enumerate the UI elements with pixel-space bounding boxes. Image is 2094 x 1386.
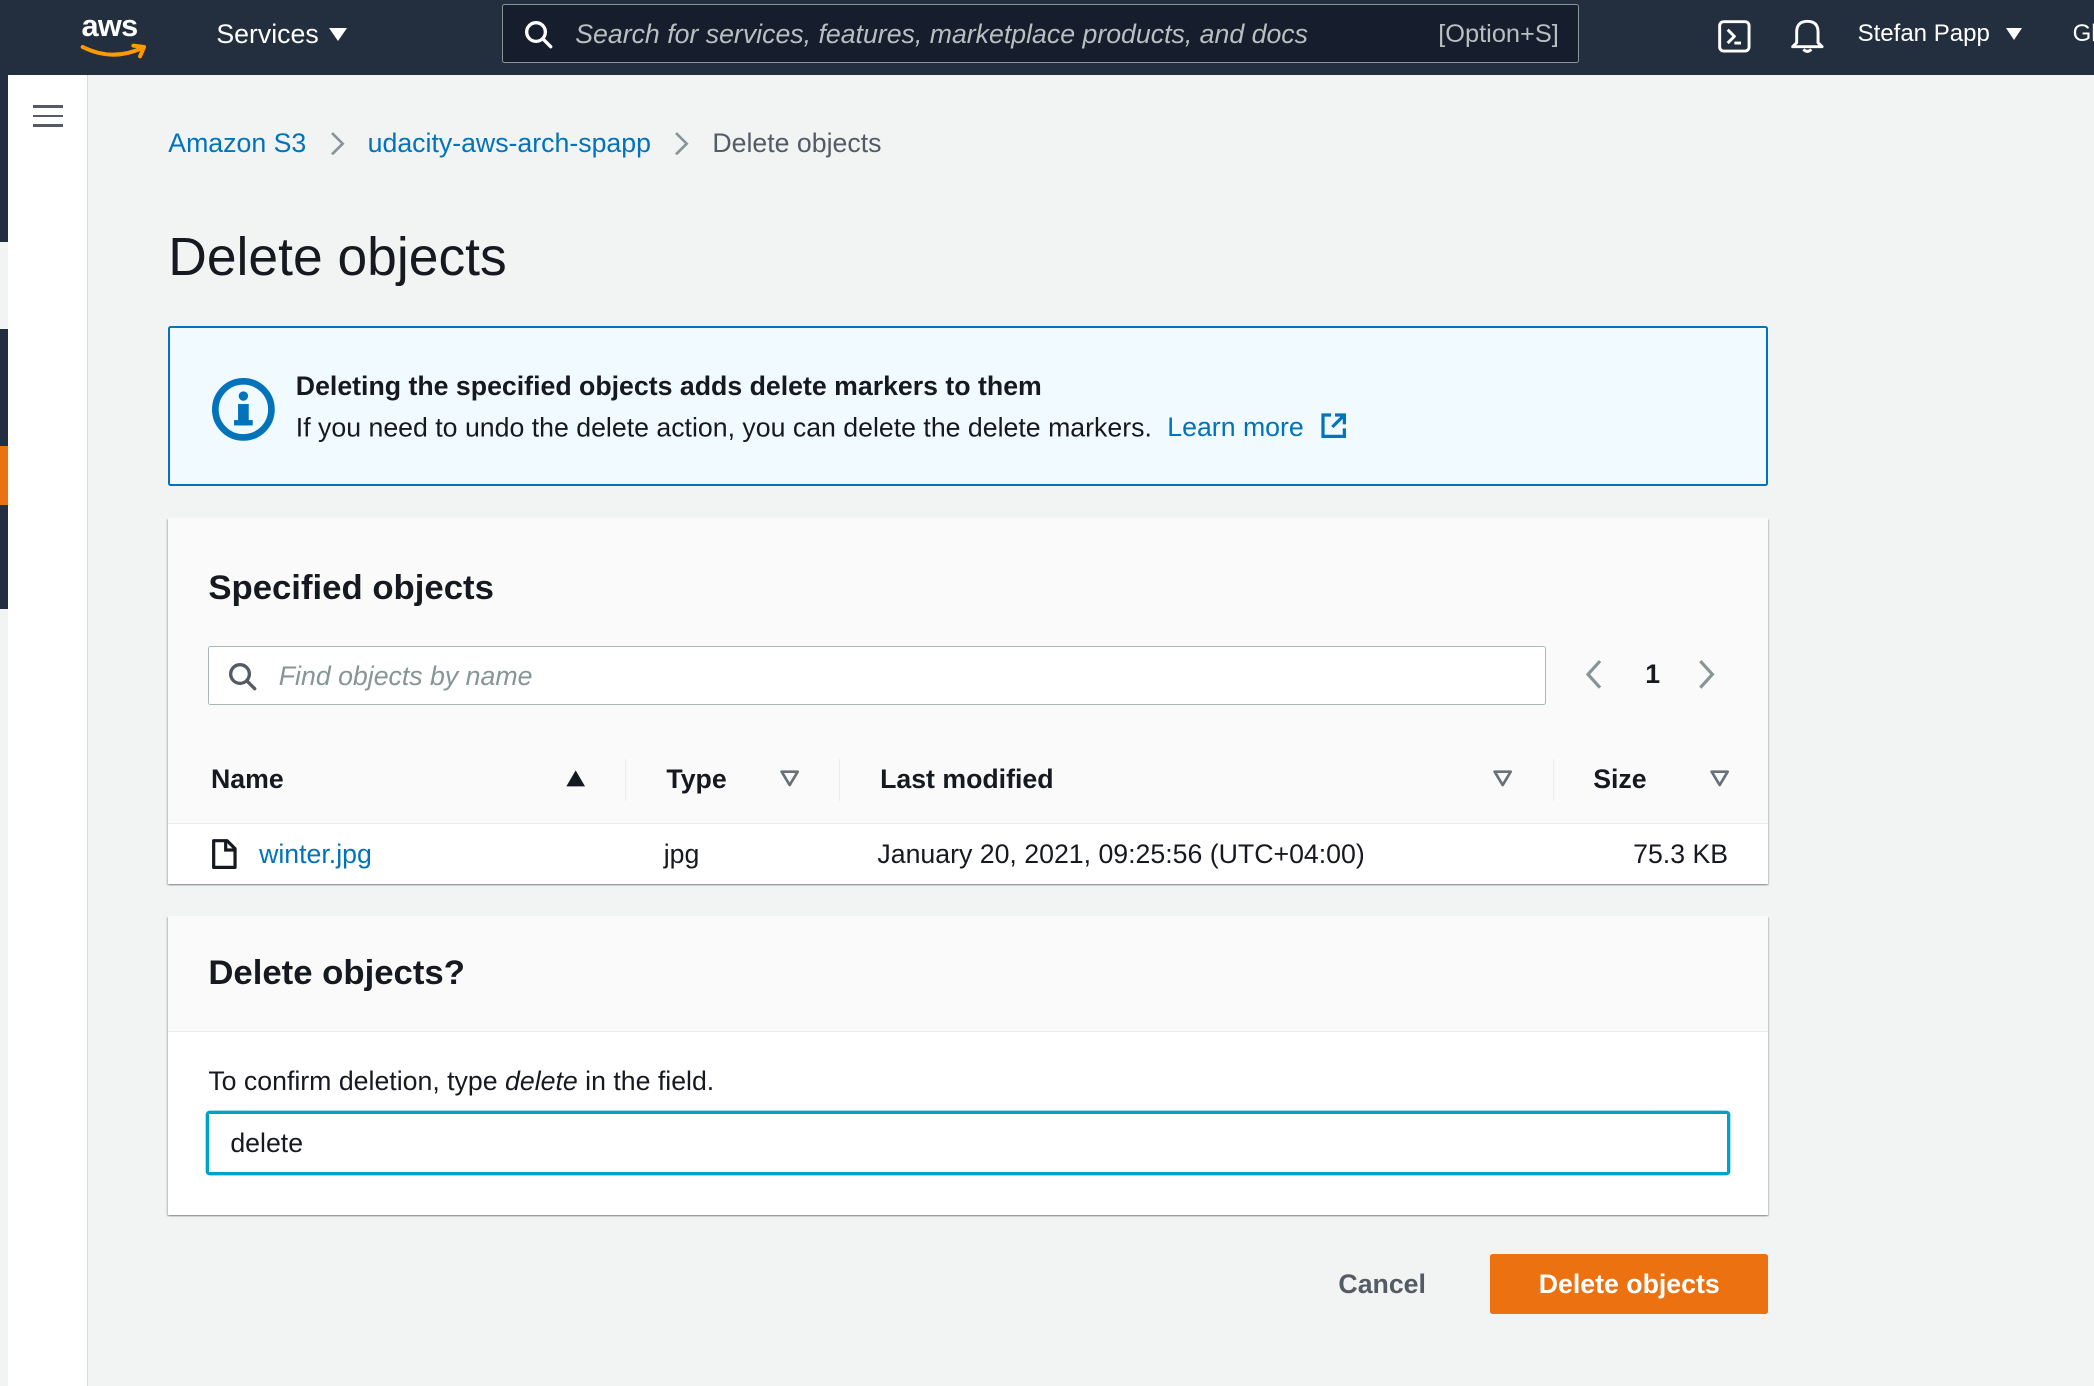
delete-confirmation-header: Delete objects?: [168, 916, 1769, 1032]
object-name-link[interactable]: winter.jpg: [259, 839, 372, 870]
top-navigation-bar: aws Services [Option+S] Stefan Papp Gl: [0, 0, 2094, 75]
confirm-instruction-prefix: To confirm deletion, type: [208, 1065, 506, 1096]
caret-down-icon: [2005, 28, 2022, 41]
cell-type: jpg: [663, 838, 700, 869]
delete-confirmation-title: Delete objects?: [208, 953, 465, 992]
sort-icon: [779, 770, 799, 787]
hamburger-menu-icon[interactable]: [33, 105, 63, 129]
table-row: winter.jpg jpg January 20, 2021, 09:25:5…: [168, 824, 1768, 884]
confirm-delete-input[interactable]: [206, 1112, 1730, 1174]
hamburger-line: [33, 114, 63, 118]
aws-smile-icon: [80, 43, 147, 59]
search-icon: [229, 663, 257, 691]
delete-objects-button[interactable]: Delete objects: [1490, 1253, 1769, 1315]
column-header-label: Size: [1593, 764, 1647, 795]
user-name: Stefan Papp: [1857, 20, 1990, 48]
sort-icon: [1710, 770, 1730, 787]
cell-name: winter.jpg: [211, 824, 372, 884]
page-title: Delete objects: [168, 228, 507, 288]
chevron-right-icon: [672, 129, 691, 158]
side-navigation-collapsed: [8, 74, 89, 1386]
external-link-icon[interactable]: [1319, 411, 1348, 440]
chevron-right-icon[interactable]: [1695, 657, 1716, 692]
search-shortcut-hint: [Option+S]: [1438, 19, 1559, 48]
aws-logo-text: aws: [81, 8, 138, 43]
search-icon: [525, 20, 553, 49]
confirm-keyword: delete: [505, 1065, 578, 1096]
global-search-box[interactable]: [Option+S]: [502, 4, 1579, 63]
chevron-left-icon[interactable]: [1584, 657, 1605, 692]
file-icon: [212, 839, 237, 869]
column-header-type[interactable]: Type: [666, 737, 834, 822]
cancel-button[interactable]: Cancel: [1306, 1255, 1458, 1314]
user-account-menu[interactable]: Stefan Papp: [1858, 20, 2022, 48]
info-circle-icon: [212, 377, 276, 441]
current-page-number[interactable]: 1: [1645, 659, 1660, 690]
column-header-label: Type: [666, 764, 727, 795]
specified-objects-panel: Specified objects 1 Name Ty: [168, 518, 1769, 885]
confirm-instruction: To confirm deletion, type delete in the …: [208, 1066, 714, 1097]
hamburger-line: [33, 105, 63, 109]
cloudshell-icon[interactable]: [1717, 19, 1752, 54]
notifications-bell-icon[interactable]: [1790, 16, 1825, 53]
alert-title: Deleting the specified objects adds dele…: [295, 370, 1042, 401]
delete-confirmation-panel: Delete objects? To confirm deletion, typ…: [168, 916, 1769, 1216]
column-divider: [838, 758, 840, 802]
find-objects-input[interactable]: [276, 656, 1484, 697]
sort-ascending-icon: [566, 770, 585, 787]
column-divider: [624, 758, 627, 802]
specified-objects-header: Specified objects 1: [168, 518, 1769, 739]
pagination: 1: [1584, 657, 1716, 692]
aws-logo[interactable]: aws: [77, 8, 152, 61]
breadcrumb-current: Delete objects: [712, 128, 882, 159]
cell-size: 75.3 KB: [1633, 838, 1729, 869]
table-header: Name Type Last modified Size: [168, 737, 1769, 824]
column-header-label: Last modified: [880, 764, 1054, 795]
chevron-right-icon: [328, 129, 347, 158]
hamburger-line: [33, 124, 63, 127]
breadcrumb: Amazon S3 udacity-aws-arch-spapp Delete …: [168, 128, 881, 159]
services-menu[interactable]: Services: [216, 18, 348, 50]
column-divider: [1553, 758, 1555, 802]
info-alert: Deleting the specified objects adds dele…: [168, 325, 1769, 487]
region-menu-partial[interactable]: Gl: [2073, 20, 2094, 48]
column-header-name[interactable]: Name: [211, 737, 628, 822]
breadcrumb-amazon-s3[interactable]: Amazon S3: [168, 128, 306, 159]
caret-down-icon: [329, 27, 348, 41]
strip-block: [0, 446, 8, 505]
column-header-size[interactable]: Size: [1593, 737, 1753, 822]
learn-more-link[interactable]: Learn more: [1167, 412, 1303, 442]
confirm-instruction-suffix: in the field.: [577, 1065, 715, 1096]
alert-body-text: If you need to undo the delete action, y…: [295, 412, 1152, 443]
strip-block: [0, 74, 8, 242]
alert-body: If you need to undo the delete action, y…: [296, 411, 1349, 443]
global-search-input[interactable]: [572, 13, 1406, 56]
find-objects-search[interactable]: [208, 646, 1547, 706]
breadcrumb-bucket[interactable]: udacity-aws-arch-spapp: [368, 128, 651, 159]
cell-last-modified: January 20, 2021, 09:25:56 (UTC+04:00): [877, 838, 1365, 869]
column-header-last-modified[interactable]: Last modified: [880, 737, 1528, 822]
sort-icon: [1493, 770, 1512, 787]
specified-objects-title: Specified objects: [208, 568, 494, 607]
services-label: Services: [216, 18, 319, 49]
column-header-label: Name: [211, 764, 284, 795]
